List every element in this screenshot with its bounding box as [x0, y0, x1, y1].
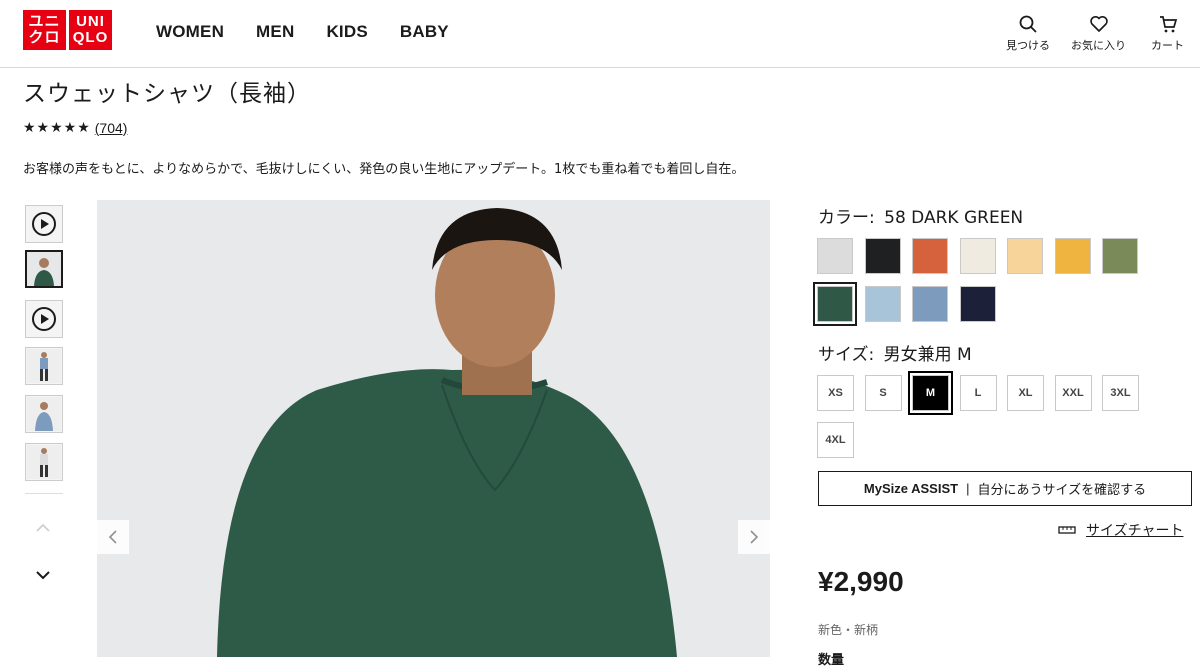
thumbnail-video-1[interactable]: [25, 205, 63, 243]
model-photo-thumbnail: [27, 349, 61, 383]
favorites-label: お気に入り: [1071, 40, 1126, 52]
site-header: ユニ クロ UNI QLO WOMEN MEN KIDS BABY 見つける お…: [0, 0, 1200, 68]
nav-baby[interactable]: BABY: [400, 22, 449, 42]
color-swatch[interactable]: [1102, 238, 1138, 274]
mysize-separator: |: [966, 481, 970, 496]
color-swatch[interactable]: [813, 282, 857, 326]
size-option-l[interactable]: L: [959, 375, 997, 411]
thumbnail-video-2[interactable]: [25, 300, 63, 338]
size-chart-label: サイズチャート: [1086, 523, 1184, 539]
size-label: サイズ: 男女兼用 M: [818, 340, 972, 365]
color-label: カラー: 58 DARK GREEN: [818, 203, 1023, 228]
rating-stars: ★★★★★: [23, 119, 91, 135]
color-swatch[interactable]: [864, 286, 901, 322]
thumbnail-photo-front[interactable]: [25, 250, 63, 288]
size-label-prefix: サイズ:: [818, 345, 875, 365]
thumbnail-full-body-1[interactable]: [25, 347, 63, 385]
model-photo-thumbnail: [27, 397, 61, 431]
search-icon: [1019, 15, 1037, 33]
nav-kids[interactable]: KIDS: [326, 22, 367, 42]
thumbnail-divider: [25, 493, 63, 494]
color-swatch[interactable]: [864, 238, 901, 274]
chevron-right-icon: [750, 530, 759, 544]
model-wearing-sweatshirt-image: [97, 200, 770, 657]
main-nav: WOMEN MEN KIDS BABY: [156, 22, 449, 42]
thumbnail-side[interactable]: [25, 395, 63, 433]
product-description: お客様の声をもとに、よりなめらかで、毛抜けしにくい、発色の良い生地にアップデート…: [23, 162, 745, 177]
play-icon: [32, 212, 56, 236]
logo-text-1: ユニ: [28, 13, 61, 30]
mysize-brand: MySize ASSIST: [863, 481, 959, 496]
price: ¥2,990: [818, 566, 904, 597]
ruler-icon: [1058, 526, 1076, 534]
logo-text-3: UNI: [76, 13, 105, 30]
logo-katakana-block: ユニ クロ: [23, 10, 66, 50]
cart-button[interactable]: カート: [1151, 14, 1184, 53]
size-option-m[interactable]: M: [908, 371, 953, 415]
thumbnails-down-arrow[interactable]: [35, 567, 51, 585]
mysize-assist-button[interactable]: MySize ASSIST | 自分にあうサイズを確認する: [818, 471, 1192, 506]
cart-label: カート: [1151, 40, 1184, 52]
logo-text-2: クロ: [28, 29, 61, 46]
cart-icon: [1159, 16, 1177, 33]
size-option-s[interactable]: S: [864, 375, 902, 411]
chevron-down-icon: [36, 571, 50, 580]
review-count-link[interactable]: (704): [95, 120, 128, 136]
main-product-image: [97, 200, 770, 657]
play-icon: [32, 307, 56, 331]
new-color-tag: 新色・新柄: [818, 623, 879, 637]
heart-icon: [1089, 15, 1108, 32]
size-option-4xl[interactable]: 4XL: [817, 422, 854, 458]
model-photo-thumbnail: [27, 252, 61, 286]
image-prev-button[interactable]: [97, 520, 129, 554]
quantity-label: 数量: [818, 653, 845, 668]
nav-women[interactable]: WOMEN: [156, 22, 224, 42]
nav-men[interactable]: MEN: [256, 22, 294, 42]
rating: ★★★★★ (704): [23, 119, 127, 136]
size-option-xs[interactable]: XS: [817, 375, 854, 411]
logo-latin-block: UNI QLO: [69, 10, 112, 50]
chevron-left-icon: [108, 530, 117, 544]
size-option-xl[interactable]: XL: [1007, 375, 1044, 411]
size-chart-link[interactable]: サイズチャート: [1058, 520, 1183, 540]
mysize-text: 自分にあうサイズを確認する: [977, 482, 1147, 497]
selected-size-name: 男女兼用 M: [883, 345, 972, 365]
color-swatch[interactable]: [1007, 238, 1043, 274]
logo-text-4: QLO: [72, 29, 109, 46]
thumbnails-up-arrow[interactable]: [35, 520, 51, 538]
color-swatch[interactable]: [912, 238, 948, 274]
color-swatch[interactable]: [959, 238, 996, 274]
size-option-xxl[interactable]: XXL: [1054, 375, 1092, 411]
color-swatch[interactable]: [959, 286, 996, 322]
search-label: 見つける: [1006, 40, 1050, 52]
product-title: スウェットシャツ（長袖）: [23, 81, 311, 107]
uniqlo-logo[interactable]: ユニ クロ UNI QLO: [23, 10, 112, 50]
model-photo-thumbnail: [27, 445, 61, 479]
selected-color-name: 58 DARK GREEN: [884, 208, 1024, 228]
color-swatch[interactable]: [1054, 238, 1091, 274]
favorites-button[interactable]: お気に入り: [1071, 14, 1126, 53]
color-swatch[interactable]: [912, 286, 948, 322]
size-option-3xl[interactable]: 3XL: [1102, 375, 1139, 411]
image-next-button[interactable]: [738, 520, 770, 554]
thumbnail-full-body-2[interactable]: [25, 443, 63, 481]
chevron-up-icon: [36, 523, 50, 532]
color-label-prefix: カラー:: [818, 208, 875, 228]
color-swatch[interactable]: [817, 238, 853, 274]
search-button[interactable]: 見つける: [1006, 14, 1050, 53]
